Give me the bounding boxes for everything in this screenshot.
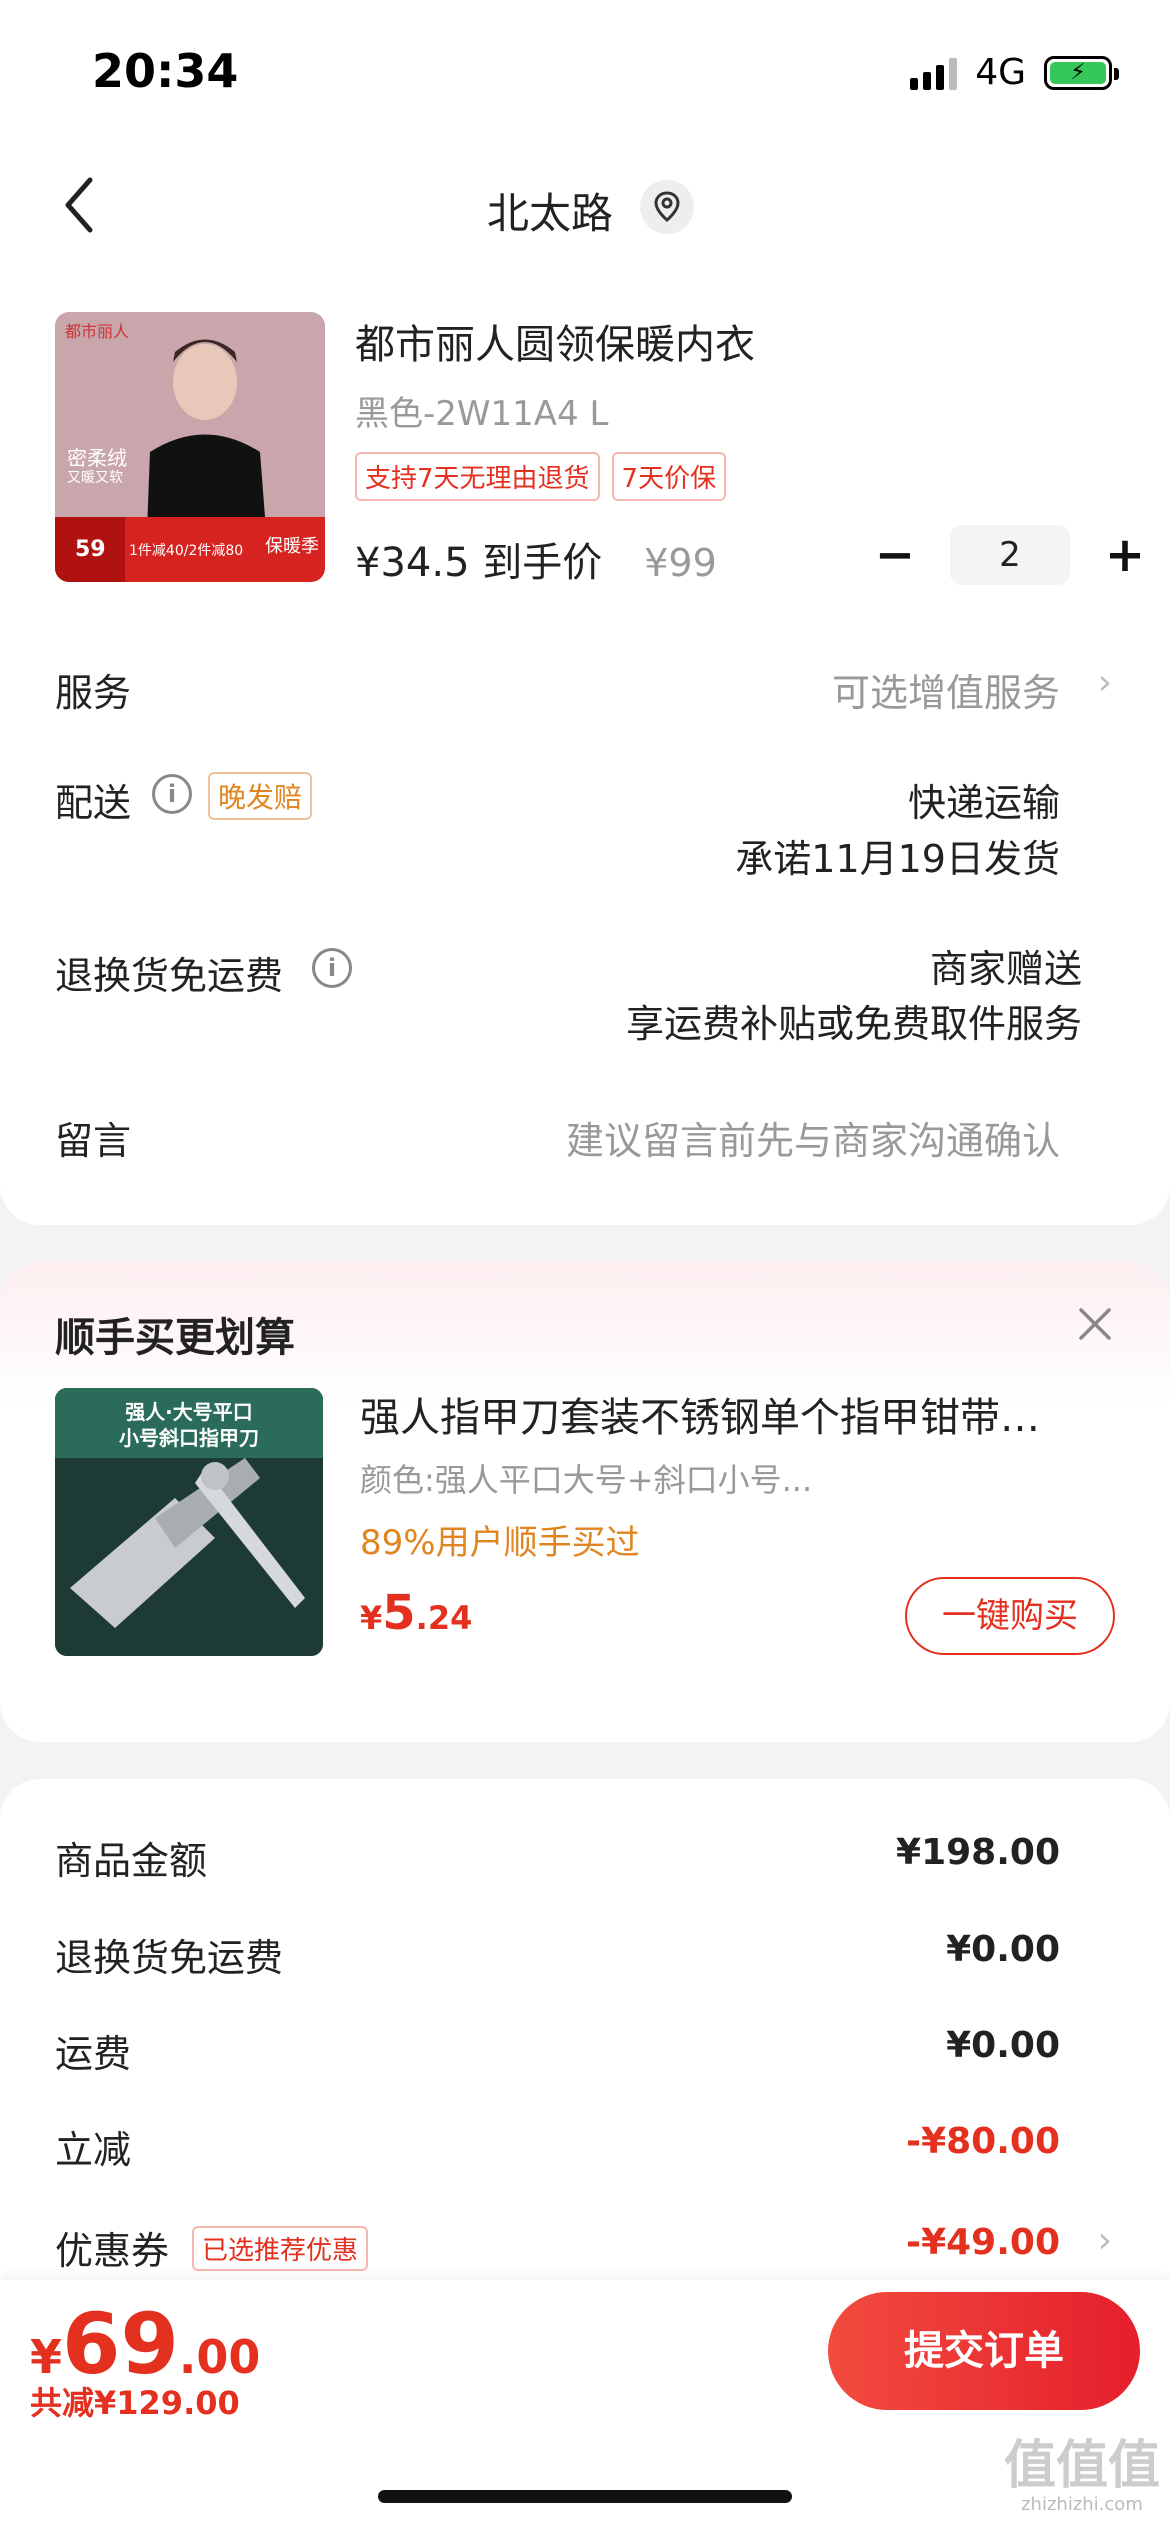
service-label: 服务 <box>55 671 132 715</box>
addon-sku[interactable]: 颜色:强人平口大号+斜口小号... <box>360 1455 812 1501</box>
addon-image[interactable]: 强人·大号平口 小号斜口指甲刀 <box>55 1388 323 1656</box>
product-tags: 支持7天无理由退货 7天价保 <box>355 452 727 501</box>
status-indicators: 4G ⚡ <box>910 52 1119 93</box>
service-value[interactable]: 可选增值服务 <box>832 662 1060 717</box>
final-price: ¥34.5 到手价 <box>355 540 603 586</box>
watermark-logo: 值值值 zhizhizhi.com <box>1003 2436 1160 2515</box>
addon-title: 顺手买更划算 <box>55 1315 295 1361</box>
shipping-value: ¥0.00 <box>946 2025 1060 2066</box>
close-icon[interactable] <box>1075 1300 1115 1356</box>
addon-image-text-1: 强人·大号平口 <box>125 1400 253 1424</box>
message-input[interactable]: 建议留言前先与商家沟通确认 <box>566 1110 1060 1165</box>
total-dec: .00 <box>178 2330 261 2384</box>
addon-price-int: 5 <box>382 1585 416 1641</box>
network-label: 4G <box>975 52 1026 93</box>
plus-icon[interactable]: + <box>1100 527 1150 583</box>
tag-return: 支持7天无理由退货 <box>355 452 600 501</box>
addon-price: ¥5.24 <box>360 1585 473 1641</box>
goods-amount-label: 商品金额 <box>55 1839 208 1883</box>
coupon-tag: 已选推荐优惠 <box>192 2226 369 2271</box>
chevron-right-icon[interactable]: › <box>1098 2220 1112 2261</box>
quantity-value[interactable]: 2 <box>950 525 1070 585</box>
one-click-buy-button[interactable]: 一键购买 <box>905 1577 1115 1655</box>
product-price: ¥34.5 到手价 ¥99 <box>355 530 717 588</box>
delivery-promise: 承诺11月19日发货 <box>735 837 1060 881</box>
addon-percent: 89%用户顺手买过 <box>360 1523 640 1563</box>
total-saved: 共减¥129.00 <box>30 2384 240 2422</box>
image-promo-price: 59 <box>75 537 106 562</box>
delivery-label: 配送 <box>55 781 132 825</box>
quantity-stepper: − 2 + <box>870 525 1150 585</box>
addon-name[interactable]: 强人指甲刀套装不锈钢单个指甲钳带… <box>360 1385 1100 1443</box>
coupon-value[interactable]: -¥49.00 <box>906 2222 1060 2263</box>
late-delivery-tag: 晚发赔 <box>208 772 313 820</box>
image-promo: 1件减40/2件减80 <box>129 543 244 559</box>
goods-amount-value: ¥198.00 <box>896 1832 1060 1873</box>
return-value: 商家赠送 <box>929 947 1082 991</box>
image-feature-sub: 又暖又软 <box>67 470 123 486</box>
chevron-right-icon[interactable]: › <box>1098 662 1112 703</box>
shipping-label: 运费 <box>55 2032 132 2076</box>
return-desc: 享运费补贴或免费取件服务 <box>625 1002 1082 1046</box>
return-label: 退换货免运费 <box>55 954 284 998</box>
signal-icon <box>910 56 958 90</box>
addon-price-dec: .24 <box>415 1599 473 1637</box>
home-indicator[interactable] <box>378 2490 792 2503</box>
return-fee-label: 退换货免运费 <box>55 1936 284 1980</box>
product-image[interactable]: 都市丽人 密柔绒 又暖又软 59 1件减40/2件减80 保暖季 <box>55 312 325 582</box>
product-name[interactable]: 都市丽人圆领保暖内衣 <box>355 312 755 370</box>
image-season: 保暖季 <box>265 536 319 557</box>
image-brand: 都市丽人 <box>65 322 130 341</box>
discount-value: -¥80.00 <box>906 2121 1060 2162</box>
location-icon[interactable] <box>640 180 694 234</box>
product-sku[interactable]: 黑色-2W11A4 L <box>355 386 608 435</box>
battery-icon: ⚡ <box>1044 55 1119 90</box>
original-price: ¥99 <box>644 541 717 585</box>
message-label: 留言 <box>55 1119 132 1163</box>
coupon-label: 优惠券 <box>55 2229 170 2273</box>
tag-price-protect: 7天价保 <box>611 452 727 501</box>
submit-order-button[interactable]: 提交订单 <box>828 2292 1140 2410</box>
return-fee-value: ¥0.00 <box>946 1929 1060 1970</box>
status-time: 20:34 <box>92 44 239 98</box>
page-title: 北太路 <box>486 189 613 238</box>
addon-image-text-2: 小号斜口指甲刀 <box>119 1426 259 1450</box>
delivery-method[interactable]: 快递运输 <box>908 772 1060 827</box>
discount-label: 立减 <box>55 2128 132 2172</box>
return-info-icon[interactable]: i <box>312 948 352 988</box>
minus-icon[interactable]: − <box>870 527 920 583</box>
delivery-info-icon[interactable]: i <box>152 774 192 814</box>
